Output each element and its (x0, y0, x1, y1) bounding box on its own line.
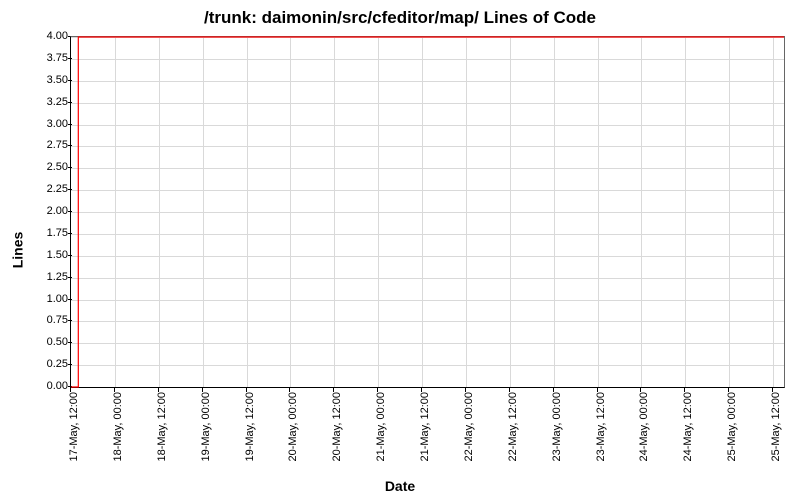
y-ticks: 0.000.250.500.751.001.251.501.752.002.25… (30, 36, 68, 388)
y-tick-label: 3.00 (30, 118, 68, 130)
plot-area (70, 36, 785, 388)
x-tick-label: 22-May, 00:00 (463, 392, 475, 462)
y-tick-label: 1.75 (30, 227, 68, 239)
y-tick-label: 3.50 (30, 74, 68, 86)
x-tick-label: 18-May, 12:00 (156, 392, 168, 462)
x-tick-label: 23-May, 12:00 (595, 392, 607, 462)
y-tick-label: 2.50 (30, 161, 68, 173)
y-tick-label: 0.25 (30, 358, 68, 370)
x-tick-label: 24-May, 00:00 (638, 392, 650, 462)
x-tick-label: 25-May, 12:00 (770, 392, 782, 462)
x-tick-label: 24-May, 12:00 (682, 392, 694, 462)
chart-title: /trunk: daimonin/src/cfeditor/map/ Lines… (0, 8, 800, 28)
x-tick-label: 17-May, 12:00 (68, 392, 80, 462)
x-tick-label: 18-May, 00:00 (112, 392, 124, 462)
x-ticks: 17-May, 12:00 18-May, 00:00 18-May, 12:00 1… (70, 388, 785, 478)
y-tick-label: 0.00 (30, 380, 68, 392)
y-tick-label: 1.50 (30, 249, 68, 261)
y-tick-label: 0.75 (30, 314, 68, 326)
x-tick-label: 21-May, 12:00 (419, 392, 431, 462)
y-tick-label: 0.50 (30, 336, 68, 348)
y-tick-label: 1.00 (30, 293, 68, 305)
y-tick-label: 4.00 (30, 30, 68, 42)
x-tick-label: 20-May, 00:00 (287, 392, 299, 462)
y-tick-label: 1.25 (30, 271, 68, 283)
x-tick-label: 19-May, 00:00 (200, 392, 212, 462)
x-tick-label: 22-May, 12:00 (507, 392, 519, 462)
y-tick-label: 2.00 (30, 205, 68, 217)
data-series (71, 37, 784, 387)
y-tick-label: 2.25 (30, 183, 68, 195)
y-axis-label-wrap: Lines (8, 0, 26, 500)
x-tick-label: 19-May, 12:00 (244, 392, 256, 462)
y-axis-label: Lines (9, 232, 25, 269)
x-tick-label: 21-May, 00:00 (375, 392, 387, 462)
y-tick-label: 3.25 (30, 96, 68, 108)
y-tick-label: 3.75 (30, 52, 68, 64)
y-tick-label: 2.75 (30, 139, 68, 151)
x-tick-label: 20-May, 12:00 (331, 392, 343, 462)
x-tick-label: 25-May, 00:00 (726, 392, 738, 462)
chart-container: /trunk: daimonin/src/cfeditor/map/ Lines… (0, 0, 800, 500)
series-line (71, 37, 784, 387)
x-tick-label: 23-May, 00:00 (551, 392, 563, 462)
x-axis-label: Date (0, 478, 800, 494)
